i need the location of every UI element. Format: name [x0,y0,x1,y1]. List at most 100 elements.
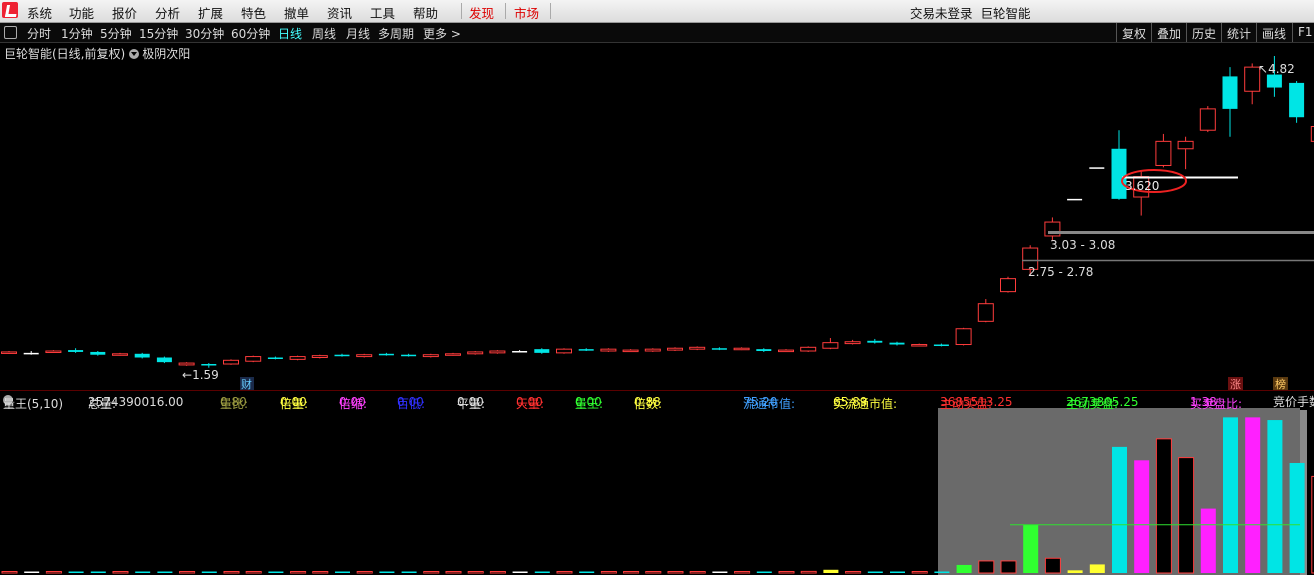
rank-badge[interactable]: 榜 [1275,377,1286,391]
candle-body[interactable] [45,350,62,354]
volume-bar[interactable] [401,571,417,574]
volume-bar[interactable] [867,571,883,574]
volume-bar[interactable] [489,571,506,574]
candle-body[interactable] [622,349,639,353]
candle-body[interactable] [289,356,306,360]
rise-badge[interactable]: 涨 [1230,378,1241,391]
candle-body[interactable] [134,353,150,358]
volume-bar[interactable] [312,571,329,574]
candle-body[interactable] [356,354,373,358]
candle-body[interactable] [1,351,17,354]
candle-body[interactable] [977,303,994,322]
volume-bar[interactable] [112,571,129,574]
candle-body[interactable] [178,362,195,366]
volume-bar[interactable] [157,571,173,574]
volume-bar[interactable] [423,571,440,574]
volume-bar[interactable] [245,571,262,574]
volume-bar[interactable] [978,560,995,574]
volume-bar[interactable] [268,571,284,574]
candle-body[interactable] [889,342,905,345]
candle-body[interactable] [644,348,661,352]
volume-bar[interactable] [90,571,106,574]
volume-bar[interactable] [845,571,862,574]
finance-badge[interactable]: 财 [241,377,252,391]
candle-body[interactable] [778,349,794,353]
candle-body[interactable] [711,348,727,350]
volume-bar[interactable] [379,571,395,574]
candle-body[interactable] [489,350,506,354]
volume-bar[interactable] [534,571,550,574]
volume-bar[interactable] [734,571,751,574]
volume-bar[interactable] [689,571,706,574]
volume-bar[interactable] [1112,446,1127,573]
volume-bar[interactable] [579,571,595,574]
candle-body[interactable] [422,354,439,358]
volume-bar[interactable] [1089,564,1105,573]
candle-body[interactable] [578,349,594,351]
volume-bar[interactable] [556,571,573,574]
volume-bar[interactable] [712,571,728,574]
volume-bar[interactable] [1178,457,1195,574]
candle-body[interactable] [667,347,683,351]
volume-bar[interactable] [68,571,84,574]
volume-bar[interactable] [1023,524,1039,573]
candle-body[interactable] [512,351,528,353]
candle-body[interactable] [600,348,617,352]
candle-body[interactable] [911,344,928,347]
kline-chart[interactable]: 3.03 - 3.08 2.75 - 2.78 3.620 ←1.59 ↖4.8… [0,0,1314,575]
candle-body[interactable] [156,357,172,363]
candle-body[interactable] [1177,140,1194,150]
volume-bar[interactable] [911,571,928,574]
volume-bar[interactable] [135,571,151,574]
volume-bar[interactable] [600,571,617,574]
candle-body[interactable] [556,348,572,354]
candle-body[interactable] [445,353,461,356]
volume-bar[interactable] [778,571,795,574]
volume-bar[interactable] [1223,417,1238,573]
volume-bar[interactable] [1267,420,1283,573]
candle-body[interactable] [267,357,283,360]
volume-bar[interactable] [445,571,462,574]
volume-bar[interactable] [667,571,684,574]
volume-bar[interactable] [201,571,217,574]
candle-body[interactable] [223,359,239,365]
volume-bar[interactable] [645,571,662,574]
volume-bar[interactable] [24,571,40,574]
candle-body[interactable] [689,346,706,350]
volume-bar[interactable] [1134,460,1150,573]
volume-bar[interactable] [1000,560,1017,574]
candle-body[interactable] [800,346,817,352]
candle-body[interactable] [955,328,972,346]
candle-body[interactable] [1000,278,1016,293]
candle-body[interactable] [1067,198,1083,201]
candle-body[interactable] [68,350,84,352]
candle-body[interactable] [334,354,350,357]
candle-body[interactable] [1289,82,1305,118]
candle-body[interactable] [733,347,750,351]
volume-bar[interactable] [1200,508,1216,573]
candle-body[interactable] [933,344,949,347]
candle-body[interactable] [112,353,128,356]
candle-body[interactable] [1155,140,1172,166]
candle-body[interactable] [23,352,39,355]
volume-bar[interactable] [179,571,196,574]
volume-bar[interactable] [890,571,905,574]
volume-bar[interactable] [45,571,62,574]
candle-body[interactable] [1222,76,1238,109]
candle-body[interactable] [867,340,883,343]
candle-body[interactable] [90,351,106,355]
volume-bar[interactable] [223,571,240,574]
volume-bar[interactable] [356,571,373,574]
volume-bar[interactable] [756,571,772,574]
volume-bar[interactable] [1044,557,1061,574]
volume-bar[interactable] [1289,462,1305,573]
volume-bar[interactable] [335,571,350,574]
candle-body[interactable] [245,356,262,362]
candle-body[interactable] [311,355,328,359]
candle-body[interactable] [201,364,217,366]
candle-body[interactable] [534,349,550,353]
volume-bar[interactable] [1155,438,1172,574]
candle-body[interactable] [467,351,484,355]
volume-bar[interactable] [800,570,817,574]
candle-body[interactable] [401,354,417,357]
